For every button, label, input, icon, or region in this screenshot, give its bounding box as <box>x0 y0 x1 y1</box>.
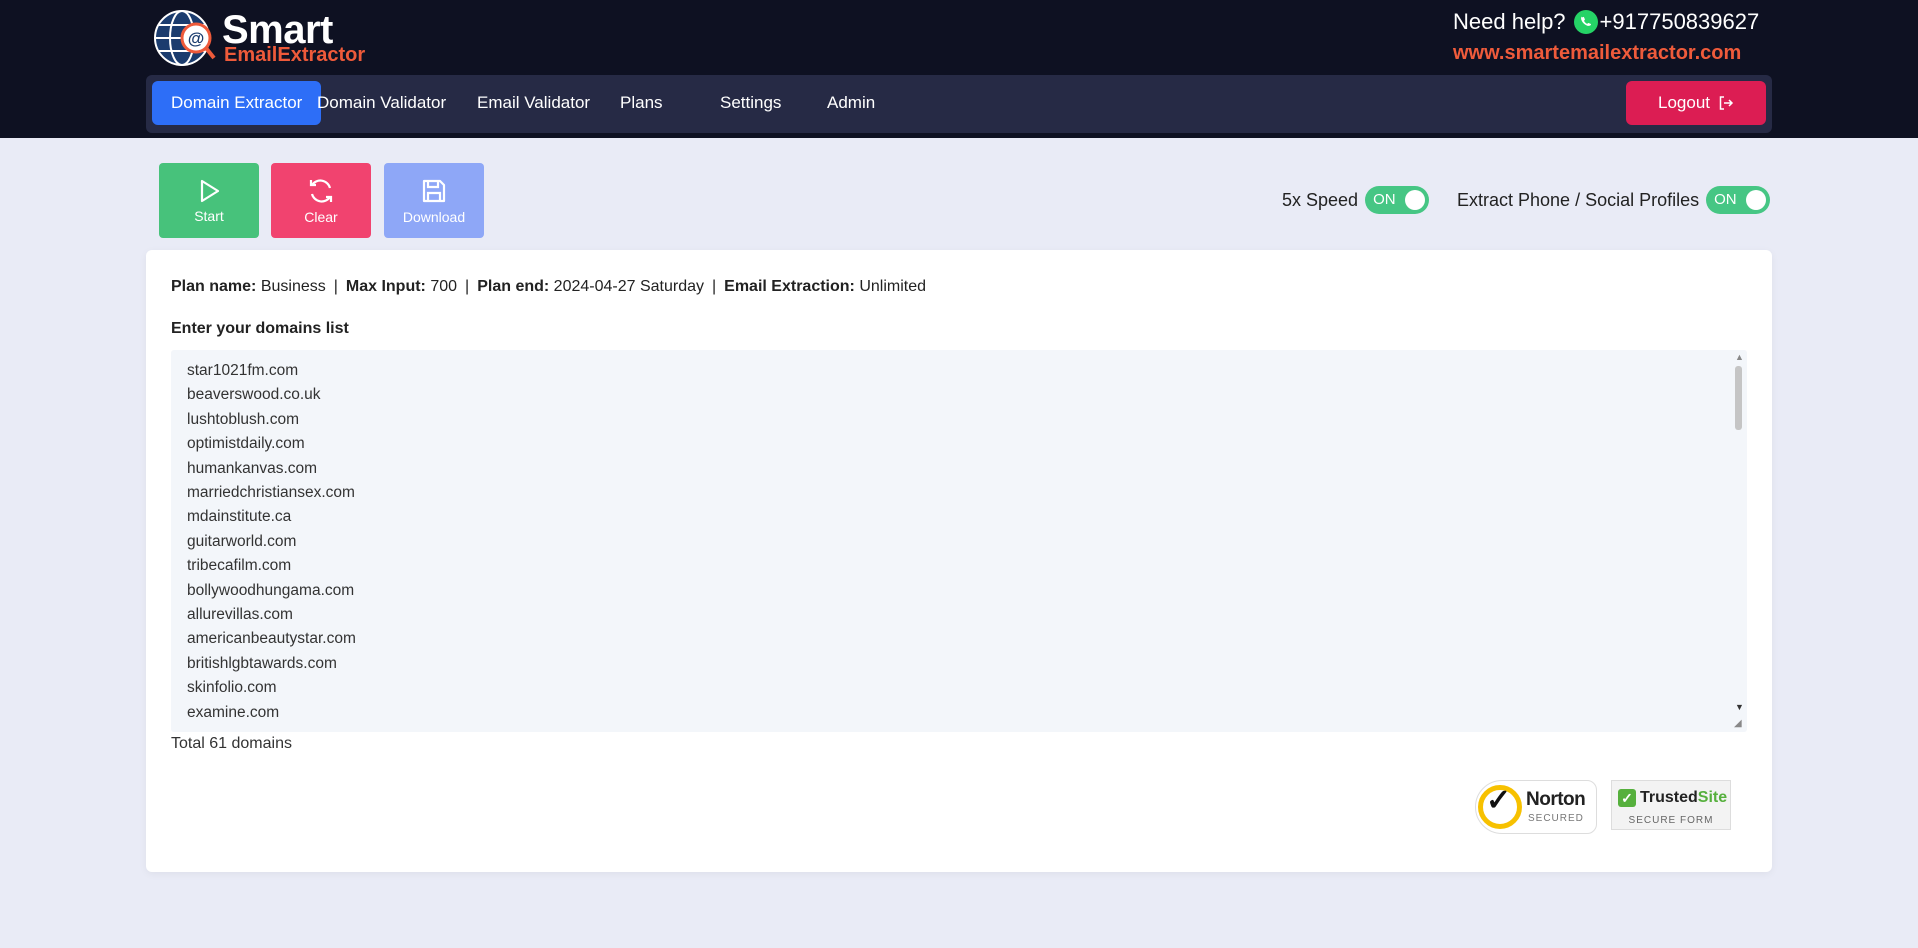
plan-name-value: Business <box>260 278 326 295</box>
plan-info: Plan name: Business | Max Input: 700 | Plan … <box>171 278 926 295</box>
trustedsite-check-icon: ✓ <box>1618 789 1636 807</box>
norton-secured-badge[interactable]: ✓ Norton SECURED <box>1475 780 1597 834</box>
speed-toggle-group: 5x Speed ON <box>1282 186 1430 214</box>
speed-toggle[interactable]: ON <box>1365 186 1430 214</box>
refresh-icon <box>309 178 333 203</box>
website-link[interactable]: www.smartemailextractor.com <box>1453 42 1741 65</box>
plan-end-value: 2024-04-27 Saturday <box>553 278 704 295</box>
whatsapp-icon[interactable] <box>1573 10 1598 34</box>
nav-domain-extractor[interactable]: Domain Extractor <box>152 81 322 125</box>
domain-line: lushtoblush.com <box>187 410 300 428</box>
textarea-scrollbar[interactable]: ▲ ▼ ◢ <box>1731 350 1747 732</box>
globe-logo-icon: @ <box>154 10 216 66</box>
logout-icon <box>1719 96 1734 110</box>
resize-grip-icon[interactable]: ◢ <box>1734 718 1742 729</box>
nav-domain-validator[interactable]: Domain Validator <box>298 81 465 125</box>
nav-email-validator[interactable]: Email Validator <box>458 81 609 125</box>
domain-line: mdainstitute.ca <box>187 508 292 526</box>
domain-line: examine.com <box>187 703 280 721</box>
start-button[interactable]: Start <box>159 163 259 238</box>
phone-social-toggle[interactable]: ON <box>1706 186 1771 214</box>
scroll-thumb[interactable] <box>1735 366 1742 430</box>
start-label: Start <box>194 207 224 224</box>
nav-admin[interactable]: Admin <box>808 81 894 125</box>
logout-label: Logout <box>1658 93 1710 112</box>
clear-label: Clear <box>304 208 338 225</box>
domain-line: marriedchristiansex.com <box>187 484 355 502</box>
domain-line: guitarworld.com <box>187 532 297 550</box>
trustedsite-badge[interactable]: ✓ TrustedSite SECURE FORM <box>1611 780 1731 830</box>
trustedsite-name: TrustedSite <box>1640 789 1728 806</box>
speed-toggle-knob <box>1405 190 1426 210</box>
header: @ Smart EmailExtractor Need help? +91775… <box>0 0 1918 138</box>
phone-toggle-group: Extract Phone / Social Profiles ON <box>1457 186 1771 214</box>
email-extraction-value: Unlimited <box>859 278 926 295</box>
plan-end-label: Plan end: <box>477 278 550 295</box>
domain-line: allurevillas.com <box>187 606 293 624</box>
phone-social-label: Extract Phone / Social Profiles <box>1457 189 1700 210</box>
domain-line: optimistdaily.com <box>187 435 305 453</box>
domain-line: tribecafilm.com <box>187 557 292 575</box>
save-icon <box>422 179 446 202</box>
speed-label: 5x Speed <box>1282 189 1359 210</box>
help-contact: Need help? +917750839627 <box>1453 8 1759 36</box>
logout-button[interactable]: Logout <box>1626 81 1766 125</box>
domain-line: americanbeautystar.com <box>187 630 356 648</box>
nav-settings[interactable]: Settings <box>701 81 800 125</box>
domain-line: humankanvas.com <box>187 459 318 477</box>
max-input-label: Max Input: <box>345 278 426 295</box>
domains-lines: star1021fm.com beaverswood.co.uk lushtob… <box>187 359 356 725</box>
trustedsite-sub: SECURE FORM <box>1628 815 1714 826</box>
download-button[interactable]: Download <box>384 163 484 238</box>
help-phone[interactable]: +917750839627 <box>1600 9 1760 35</box>
total-domains: Total 61 domains <box>171 735 292 752</box>
domain-line: bollywoodhungama.com <box>187 581 355 599</box>
play-icon <box>200 179 220 202</box>
clear-button[interactable]: Clear <box>271 163 371 238</box>
plan-name-label: Plan name: <box>171 278 257 295</box>
norton-name: Norton <box>1526 789 1586 810</box>
download-label: Download <box>402 208 466 225</box>
logo[interactable]: @ Smart EmailExtractor <box>152 6 392 68</box>
logo-text-emailextractor: EmailExtractor <box>224 44 366 66</box>
domain-line: star1021fm.com <box>187 362 299 379</box>
svg-text:@: @ <box>188 29 205 48</box>
main-card: Plan name: Business | Max Input: 700 | Plan … <box>146 250 1772 872</box>
domains-list-label: Enter your domains list <box>171 320 349 337</box>
max-input-value: 700 <box>430 278 458 295</box>
domain-line: skinfolio.com <box>187 679 277 697</box>
scroll-down-icon[interactable]: ▼ <box>1735 702 1744 712</box>
speed-toggle-state: ON <box>1373 191 1396 208</box>
scroll-up-icon[interactable]: ▲ <box>1735 352 1744 362</box>
domain-line: britishlgbtawards.com <box>187 654 337 672</box>
phone-toggle-knob <box>1746 190 1767 210</box>
navbar: Domain Extractor Domain Validator Email … <box>146 75 1772 133</box>
phone-toggle-state: ON <box>1714 191 1737 208</box>
domains-textarea[interactable]: star1021fm.com beaverswood.co.uk lushtob… <box>171 350 1747 732</box>
nav-plans[interactable]: Plans <box>601 81 682 125</box>
domain-line: beaverswood.co.uk <box>187 386 321 404</box>
email-extraction-label: Email Extraction: <box>724 278 855 295</box>
norton-sub: SECURED <box>1528 813 1584 824</box>
help-label: Need help? <box>1453 9 1566 34</box>
